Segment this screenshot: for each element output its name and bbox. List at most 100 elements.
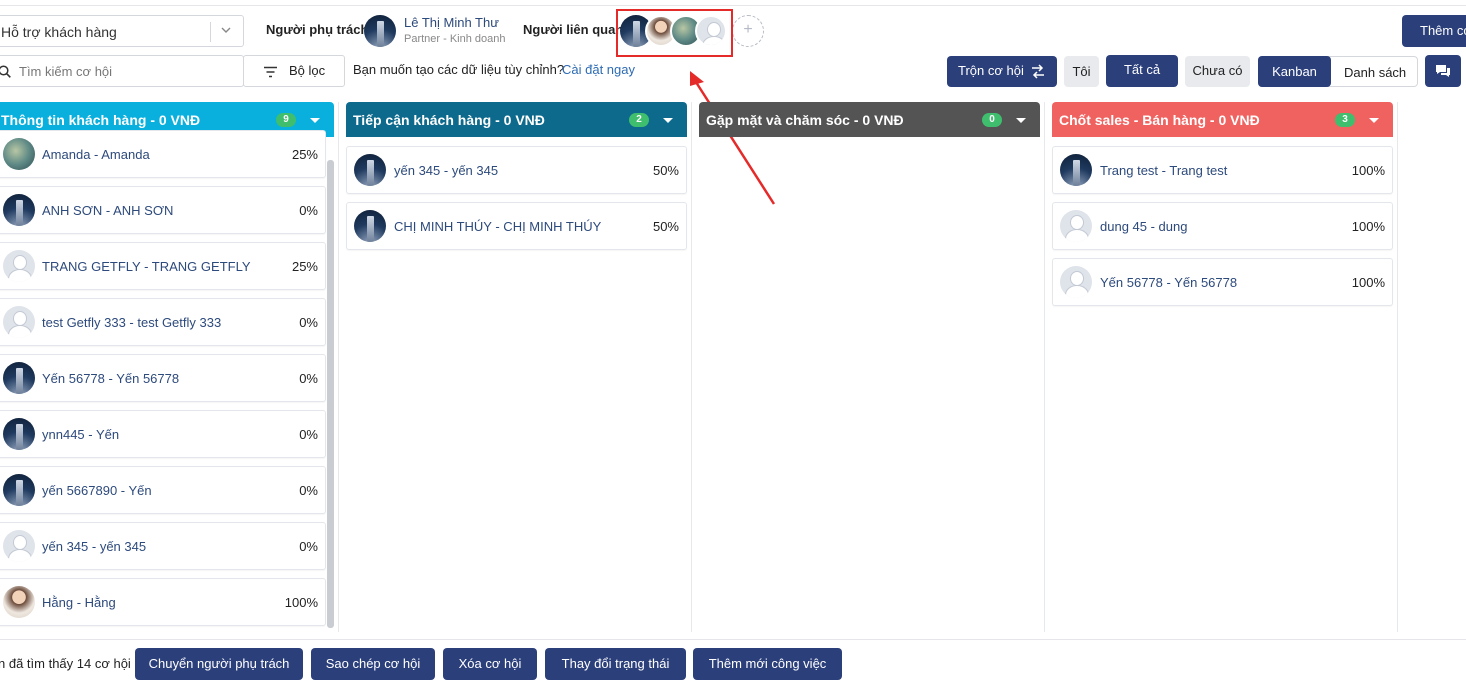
owner-avatar[interactable] xyxy=(364,15,396,47)
footer-action-button[interactable]: Thêm mới công việc xyxy=(693,648,842,680)
owner-label: Người phụ trách xyxy=(266,22,369,37)
app: Hỗ trợ khách hàng Người phụ trách Lê Thị… xyxy=(0,0,1466,691)
column-title: Thông tin khách hàng - 0 VNĐ xyxy=(1,112,201,128)
opportunity-card[interactable]: Hằng - Hằng 100% xyxy=(0,578,326,626)
card-name[interactable]: yến 345 - yến 345 xyxy=(394,163,498,178)
opportunity-card[interactable]: test Getfly 333 - test Getfly 333 0% xyxy=(0,298,326,346)
column-divider xyxy=(338,102,339,632)
card-probability: 0% xyxy=(299,315,318,330)
card-probability: 0% xyxy=(299,203,318,218)
card-name[interactable]: CHỊ MINH THÚY - CHỊ MINH THÚY xyxy=(394,219,601,234)
caret-down-icon[interactable] xyxy=(310,118,320,123)
custom-data-question: Bạn muốn tạo các dữ liệu tùy chỉnh? xyxy=(353,62,565,77)
merge-button[interactable]: Trộn cơ hội xyxy=(947,56,1057,87)
card-avatar[interactable] xyxy=(3,474,35,506)
add-related-button[interactable]: + xyxy=(732,15,764,47)
chat-icon xyxy=(1436,65,1450,77)
card-avatar[interactable] xyxy=(1060,154,1092,186)
card-name[interactable]: Yến 56778 - Yến 56778 xyxy=(42,371,179,386)
related-label: Người liên quan xyxy=(523,22,624,37)
custom-data-link[interactable]: Cài đặt ngay xyxy=(562,62,635,77)
card-probability: 100% xyxy=(1351,219,1385,234)
chat-button[interactable] xyxy=(1425,55,1461,87)
card-avatar[interactable] xyxy=(3,194,35,226)
footer-action-button[interactable]: Sao chép cơ hội xyxy=(311,648,435,680)
card-probability: 25% xyxy=(291,259,318,274)
card-name[interactable]: ynn445 - Yến xyxy=(42,427,119,442)
footer-divider xyxy=(0,639,1466,640)
category-select[interactable]: Hỗ trợ khách hàng xyxy=(0,15,244,47)
opportunity-card[interactable]: dung 45 - dung 100% xyxy=(1052,202,1393,250)
opportunity-card[interactable]: Amanda - Amanda 25% xyxy=(0,130,326,178)
caret-down-icon[interactable] xyxy=(663,118,673,123)
opportunity-card[interactable]: yến 5667890 - Yến 0% xyxy=(0,466,326,514)
filter-me-button[interactable]: Tôi xyxy=(1064,56,1099,87)
card-probability: 0% xyxy=(299,371,318,386)
search-icon xyxy=(0,65,11,78)
footer-action-button[interactable]: Thay đổi trạng thái xyxy=(545,648,686,680)
card-avatar[interactable] xyxy=(3,586,35,618)
card-name[interactable]: dung 45 - dung xyxy=(1100,219,1187,234)
annotation-arrow-icon xyxy=(690,71,776,205)
column-header[interactable]: Tiếp cận khách hàng - 0 VNĐ 2 xyxy=(346,102,687,137)
card-avatar[interactable] xyxy=(3,362,35,394)
owner-name[interactable]: Lê Thị Minh Thư xyxy=(404,15,499,30)
opportunity-card[interactable]: Yến 56778 - Yến 56778 0% xyxy=(0,354,326,402)
filter-all-button[interactable]: Tất cả xyxy=(1106,55,1178,87)
card-probability: 50% xyxy=(652,163,679,178)
card-name[interactable]: test Getfly 333 - test Getfly 333 xyxy=(42,315,221,330)
footer-action-button[interactable]: Chuyển người phụ trách xyxy=(135,648,303,680)
card-name[interactable]: TRANG GETFLY - TRANG GETFLY xyxy=(42,259,251,274)
filter-label: Bộ lọc xyxy=(289,63,326,78)
card-name[interactable]: Trang test - Trang test xyxy=(1100,163,1227,178)
opportunity-card[interactable]: TRANG GETFLY - TRANG GETFLY 25% xyxy=(0,242,326,290)
opportunity-card[interactable]: yến 345 - yến 345 50% xyxy=(346,146,687,194)
add-opportunity-button[interactable]: Thêm cơ xyxy=(1402,15,1466,47)
category-select-value: Hỗ trợ khách hàng xyxy=(1,24,117,40)
opportunity-card[interactable]: ynn445 - Yến 0% xyxy=(0,410,326,458)
card-name[interactable]: ANH SƠN - ANH SƠN xyxy=(42,203,173,218)
card-name[interactable]: Yến 56778 - Yến 56778 xyxy=(1100,275,1237,290)
card-avatar[interactable] xyxy=(3,530,35,562)
card-probability: 0% xyxy=(299,483,318,498)
caret-down-icon[interactable] xyxy=(1016,118,1026,123)
chevron-down-icon xyxy=(221,27,231,33)
card-avatar[interactable] xyxy=(3,250,35,282)
card-avatar[interactable] xyxy=(354,210,386,242)
column-header[interactable]: Chốt sales - Bán hàng - 0 VNĐ 3 xyxy=(1052,102,1393,137)
kanban-view-button[interactable]: Kanban xyxy=(1258,56,1331,87)
card-probability: 100% xyxy=(1351,275,1385,290)
swap-icon xyxy=(1032,64,1044,79)
card-name[interactable]: Hằng - Hằng xyxy=(42,595,116,610)
column-count-badge: 2 xyxy=(629,113,649,127)
caret-down-icon[interactable] xyxy=(1369,118,1379,123)
column-scrollbar[interactable] xyxy=(327,160,334,628)
card-probability: 100% xyxy=(284,595,318,610)
card-avatar[interactable] xyxy=(3,138,35,170)
card-avatar[interactable] xyxy=(3,418,35,450)
card-avatar[interactable] xyxy=(1060,210,1092,242)
column-header[interactable]: Gặp mặt và chăm sóc - 0 VNĐ 0 xyxy=(699,102,1040,137)
opportunity-card[interactable]: CHỊ MINH THÚY - CHỊ MINH THÚY 50% xyxy=(346,202,687,250)
footer-action-button[interactable]: Xóa cơ hội xyxy=(443,648,537,680)
column-title: Chốt sales - Bán hàng - 0 VNĐ xyxy=(1059,112,1260,128)
card-probability: 25% xyxy=(291,147,318,162)
column-count-badge: 0 xyxy=(982,113,1002,127)
opportunity-card[interactable]: yến 345 - yến 345 0% xyxy=(0,522,326,570)
card-avatar[interactable] xyxy=(354,154,386,186)
opportunity-card[interactable]: ANH SƠN - ANH SƠN 0% xyxy=(0,186,326,234)
filter-icon xyxy=(264,66,277,78)
card-name[interactable]: yến 5667890 - Yến xyxy=(42,483,152,498)
opportunity-card[interactable]: Yến 56778 - Yến 56778 100% xyxy=(1052,258,1393,306)
filter-button[interactable]: Bộ lọc xyxy=(243,55,345,87)
filter-none-button[interactable]: Chưa có xyxy=(1185,56,1250,87)
card-avatar[interactable] xyxy=(3,306,35,338)
card-name[interactable]: Amanda - Amanda xyxy=(42,147,150,162)
opportunity-card[interactable]: Trang test - Trang test 100% xyxy=(1052,146,1393,194)
search-box[interactable]: Tìm kiếm cơ hội xyxy=(0,55,244,87)
list-view-button[interactable]: Danh sách xyxy=(1344,65,1406,80)
card-probability: 0% xyxy=(299,427,318,442)
merge-label: Trộn cơ hội xyxy=(958,63,1024,78)
card-avatar[interactable] xyxy=(1060,266,1092,298)
card-name[interactable]: yến 345 - yến 345 xyxy=(42,539,146,554)
